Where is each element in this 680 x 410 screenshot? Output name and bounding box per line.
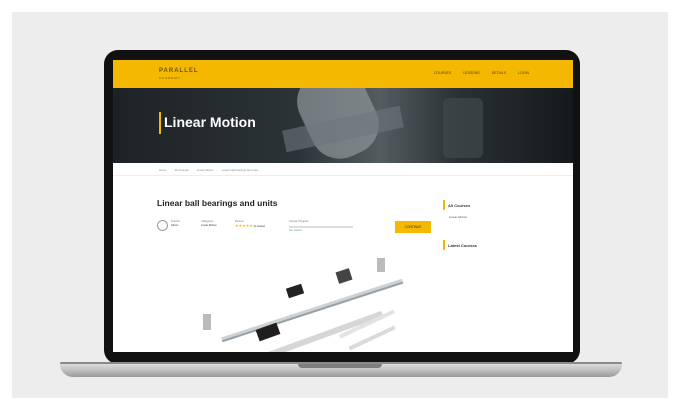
progress-meta: Course Progress (289, 220, 308, 224)
category-value[interactable]: Linear Motion (201, 224, 217, 227)
review-count: (0 review) (253, 225, 266, 228)
nav-item-details[interactable]: DETAILS (492, 71, 506, 75)
teacher-meta: Teacher Admin (171, 220, 180, 228)
breadcrumb-category[interactable]: Linear Motion (197, 168, 214, 172)
sidebar-course-link[interactable]: Linear Motion (449, 215, 467, 219)
progress-label: Course Progress (289, 220, 309, 223)
page-title: Linear Motion (164, 114, 256, 130)
breadcrumb: Home All Courses Linear Motion Linear ba… (159, 168, 258, 172)
continue-button[interactable]: CONTINUE (395, 221, 431, 233)
laptop-notch (298, 364, 382, 368)
nav-item-courses[interactable]: COURSES (434, 71, 451, 75)
site-logo-sub: ACADEMY (159, 76, 181, 80)
site-logo[interactable]: PARALLEL (159, 68, 199, 74)
sidebar-all-courses-title: All Courses (448, 203, 471, 208)
linear-bearing-image (203, 258, 404, 352)
sidebar-accent-all (443, 200, 445, 210)
review-meta: Review ★★★★★ (0 review) (235, 220, 265, 229)
breadcrumb-all-courses[interactable]: All Courses (174, 168, 188, 172)
sidebar-latest-title: Latest Courses (448, 243, 477, 248)
hero-accent-bar (159, 112, 161, 134)
breadcrumb-divider (113, 175, 573, 176)
course-title: Linear ball bearings and units (157, 198, 278, 208)
hero-machine-block (443, 98, 483, 158)
teacher-avatar (157, 220, 168, 231)
nav-item-lessons[interactable]: LESSONS (463, 71, 480, 75)
breadcrumb-current: Linear ball bearings and units (221, 168, 259, 172)
progress-status: Not started (289, 229, 302, 232)
hero-banner: Linear Motion (113, 88, 573, 163)
site-header: PARALLEL ACADEMY COURSES LESSONS DETAILS… (113, 60, 573, 88)
main-nav: COURSES LESSONS DETAILS LOGIN (434, 71, 529, 75)
breadcrumb-home[interactable]: Home (159, 168, 166, 172)
teacher-name[interactable]: Admin (171, 224, 178, 227)
sidebar-accent-latest (443, 240, 445, 250)
progress-bar (289, 226, 353, 228)
category-meta: Categories Linear Motion (201, 220, 217, 228)
laptop-screen: PARALLEL ACADEMY COURSES LESSONS DETAILS… (113, 60, 573, 352)
nav-item-login[interactable]: LOGIN (518, 71, 529, 75)
rating-stars: ★★★★★ (235, 223, 253, 228)
